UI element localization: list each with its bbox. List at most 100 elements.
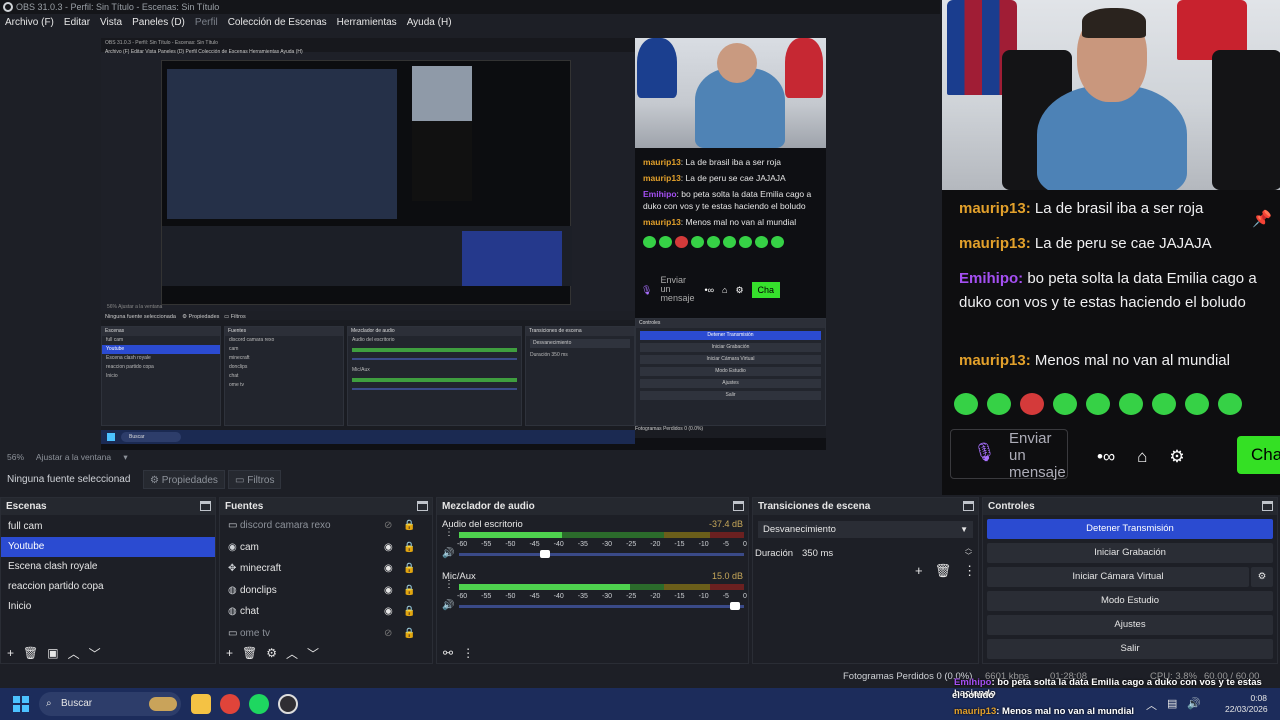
- up-arrow-icon[interactable]: ︿: [68, 645, 80, 662]
- trash-icon[interactable]: 🗑: [242, 646, 257, 660]
- nested-menu: Archivo (F) Editar Vista Paneles (D) Per…: [105, 49, 303, 55]
- menu-archivo[interactable]: Archivo (F): [0, 14, 59, 32]
- source-item[interactable]: ▭ ome tv ⊘ 🔒: [220, 623, 432, 645]
- volume-knob[interactable]: [730, 602, 741, 610]
- source-item[interactable]: ◍ donclips ◉ 🔒: [220, 580, 432, 602]
- menu-perfil[interactable]: Perfil: [190, 14, 223, 32]
- add-icon[interactable]: +: [226, 646, 233, 660]
- settings-icon[interactable]: ⚙: [1169, 445, 1184, 469]
- source-item[interactable]: ✥ minecraft ◉ 🔒: [220, 558, 432, 580]
- scene-item[interactable]: full cam: [1, 517, 215, 537]
- more-icon[interactable]: ⋮: [963, 563, 976, 579]
- chat-send-button[interactable]: Cha: [1237, 436, 1280, 474]
- spotify-icon[interactable]: [249, 694, 269, 714]
- settings-button[interactable]: Ajustes: [987, 615, 1273, 635]
- emote-icon[interactable]: [1185, 393, 1209, 415]
- eye-hidden-icon[interactable]: ⊘: [384, 515, 392, 537]
- virtual-cam-settings-icon[interactable]: ⚙: [1251, 567, 1273, 587]
- undock-icon[interactable]: [417, 501, 428, 511]
- channel-points-icon[interactable]: •∞: [1097, 445, 1115, 469]
- gear-icon[interactable]: ⚙: [266, 646, 277, 660]
- lock-icon[interactable]: 🔒: [403, 537, 415, 559]
- more-icon[interactable]: ⋮: [462, 646, 474, 660]
- volume-slider[interactable]: [459, 605, 744, 608]
- eye-icon[interactable]: ◉: [384, 580, 393, 602]
- filters-button[interactable]: ▭ Filtros: [228, 470, 282, 489]
- clock[interactable]: 0:08 22/03/2026: [1225, 693, 1268, 715]
- source-item[interactable]: ◉ cam ◉ 🔒: [220, 537, 432, 559]
- menu-coleccion-escenas[interactable]: Colección de Escenas: [223, 14, 332, 32]
- eye-icon[interactable]: ◉: [384, 601, 393, 623]
- source-item[interactable]: ◍ chat ◉ 🔒: [220, 601, 432, 623]
- scene-item[interactable]: Youtube: [1, 537, 215, 557]
- lock-icon[interactable]: 🔒: [403, 580, 415, 602]
- scene-item[interactable]: Inicio: [1, 597, 215, 617]
- lock-icon[interactable]: 🔒: [403, 623, 415, 645]
- emote-icon[interactable]: [1053, 393, 1077, 415]
- chevron-up-icon[interactable]: ︿: [1146, 697, 1157, 713]
- taskbar-search[interactable]: ⌕ Buscar: [39, 692, 181, 716]
- speaker-icon[interactable]: 🔊: [442, 600, 454, 611]
- scene-item[interactable]: reaccion partido copa: [1, 577, 215, 597]
- link-icon[interactable]: ⚯: [443, 646, 453, 660]
- undock-icon[interactable]: [963, 501, 974, 511]
- network-icon[interactable]: ▤: [1167, 697, 1177, 713]
- more-icon[interactable]: ⋮: [444, 528, 454, 538]
- chrome-icon[interactable]: [220, 694, 240, 714]
- eye-icon[interactable]: ◉: [384, 558, 393, 580]
- down-arrow-icon[interactable]: ﹀: [89, 645, 101, 662]
- lock-icon[interactable]: 🔒: [403, 515, 415, 537]
- menu-ayuda[interactable]: Ayuda (H): [402, 14, 457, 32]
- lock-icon[interactable]: 🔒: [403, 601, 415, 623]
- speaker-icon[interactable]: 🔊: [442, 548, 454, 559]
- scene-item[interactable]: Escena clash royale: [1, 557, 215, 577]
- add-icon[interactable]: +: [7, 646, 14, 660]
- emote-icon[interactable]: [954, 393, 978, 415]
- emote-icon[interactable]: [1119, 393, 1143, 415]
- file-explorer-icon[interactable]: [191, 694, 211, 714]
- lock-icon[interactable]: 🔒: [403, 558, 415, 580]
- add-icon[interactable]: +: [915, 563, 923, 579]
- emote-icon[interactable]: [1152, 393, 1176, 415]
- windows-start-icon[interactable]: [13, 696, 29, 712]
- chat-input[interactable]: 🎙 Enviar un mensaje: [950, 429, 1068, 481]
- menu-paneles[interactable]: Paneles (D): [127, 14, 190, 32]
- trash-icon[interactable]: 🗑: [23, 646, 38, 660]
- eye-icon[interactable]: ◉: [384, 537, 393, 559]
- eye-hidden-icon[interactable]: ⊘: [384, 623, 392, 645]
- start-recording-button[interactable]: Iniciar Grabación: [987, 543, 1273, 563]
- volume-knob[interactable]: [539, 550, 550, 558]
- volume-slider[interactable]: [459, 553, 744, 556]
- undock-icon[interactable]: [1262, 501, 1273, 511]
- emote-icon[interactable]: [987, 393, 1011, 415]
- preview-canvas[interactable]: OBS 31.0.3 - Perfil: Sin Título - Escena…: [101, 38, 826, 450]
- start-virtual-cam-button[interactable]: Iniciar Cámara Virtual: [987, 567, 1249, 587]
- microphone-icon[interactable]: 🎙: [973, 443, 996, 466]
- store-icon[interactable]: ⌂: [1137, 445, 1147, 469]
- duration-input[interactable]: 350 ms: [800, 545, 972, 562]
- properties-button[interactable]: ⚙ Propiedades: [143, 470, 225, 489]
- trash-icon[interactable]: 🗑: [935, 563, 952, 579]
- menu-herramientas[interactable]: Herramientas: [332, 14, 402, 32]
- source-item[interactable]: ▭ discord camara rexo ⊘ 🔒: [220, 515, 432, 537]
- menu-editar[interactable]: Editar: [59, 14, 95, 32]
- obs-taskbar-icon[interactable]: [278, 694, 298, 714]
- menu-vista[interactable]: Vista: [95, 14, 127, 32]
- undock-icon[interactable]: [200, 501, 211, 511]
- volume-icon[interactable]: 🔊: [1187, 697, 1201, 713]
- emote-icon[interactable]: [1086, 393, 1110, 415]
- pin-icon[interactable]: 📌: [1252, 208, 1272, 228]
- studio-mode-button[interactable]: Modo Estudio: [987, 591, 1273, 611]
- fit-window-dropdown[interactable]: Ajustar a la ventana ▾: [36, 452, 128, 462]
- stop-streaming-button[interactable]: Detener Transmisión: [987, 519, 1273, 539]
- more-icon[interactable]: ⋮: [444, 580, 454, 590]
- filter-icon[interactable]: ▣: [47, 646, 58, 660]
- undock-icon[interactable]: [733, 501, 744, 511]
- emote-icon[interactable]: [1218, 393, 1242, 415]
- spinner-icon[interactable]: ︿ ﹀: [965, 545, 972, 561]
- down-arrow-icon[interactable]: ﹀: [307, 645, 319, 662]
- emote-icon[interactable]: [1020, 393, 1044, 415]
- exit-button[interactable]: Salir: [987, 639, 1273, 659]
- transition-select[interactable]: Desvanecimiento ▼: [758, 521, 973, 538]
- up-arrow-icon[interactable]: ︿: [286, 645, 298, 662]
